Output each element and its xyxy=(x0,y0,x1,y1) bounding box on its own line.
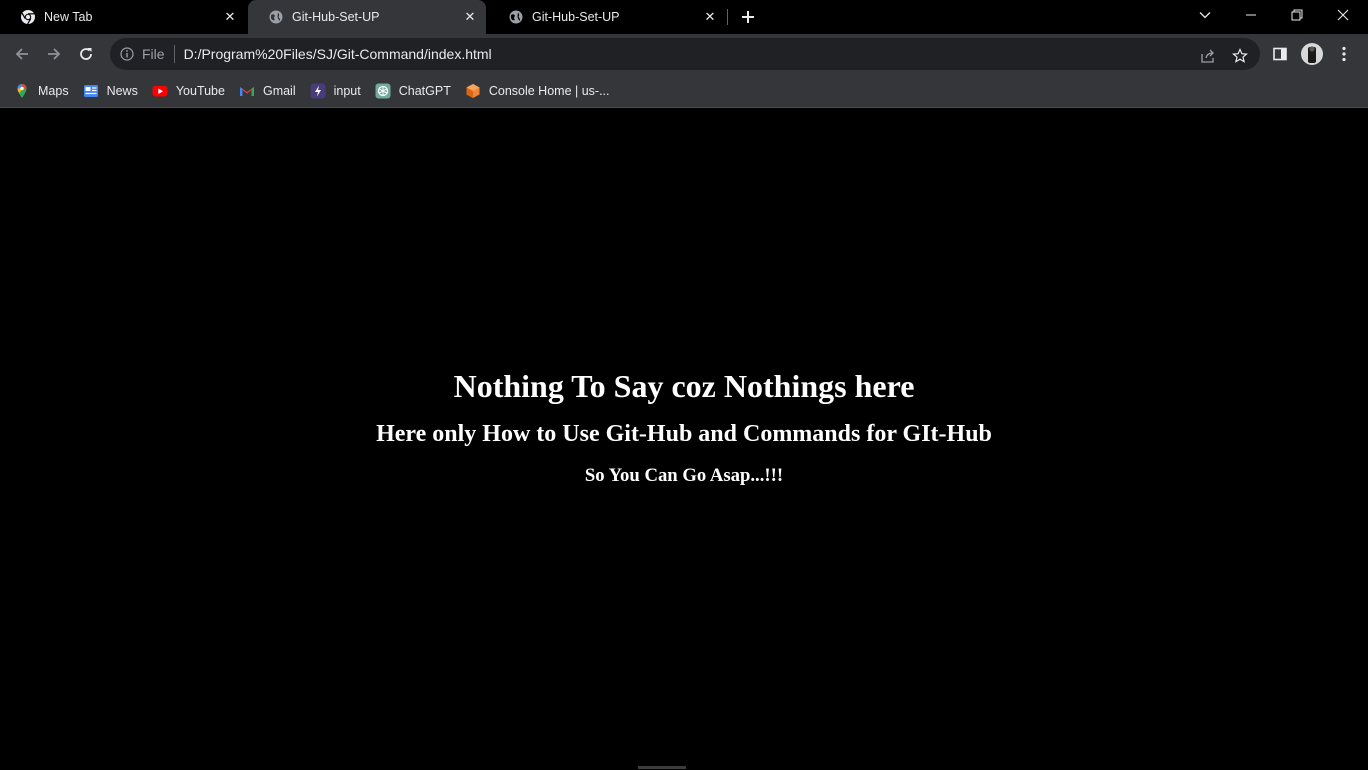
tab-search-button[interactable] xyxy=(1182,0,1228,30)
address-divider xyxy=(173,45,175,63)
address-bar[interactable]: File D:/Program%20Files/SJ/Git-Command/i… xyxy=(110,38,1260,70)
new-tab-button[interactable] xyxy=(736,5,760,29)
aws-console-icon xyxy=(465,83,481,99)
bookmark-maps[interactable]: Maps xyxy=(14,83,69,99)
url-text[interactable]: D:/Program%20Files/SJ/Git-Command/index.… xyxy=(184,46,492,62)
chatgpt-icon xyxy=(375,83,391,99)
kebab-menu-icon xyxy=(1342,46,1346,62)
page-viewport: Nothing To Say coz Nothings here Here on… xyxy=(0,108,1368,769)
bookmark-label: input xyxy=(333,83,361,98)
bookmarks-bar: Maps News YouTube Gmail input ChatGPT Co… xyxy=(0,74,1368,108)
menu-button[interactable] xyxy=(1330,40,1358,68)
bookmark-label: ChatGPT xyxy=(398,83,451,98)
restore-icon xyxy=(1291,9,1303,21)
gmail-icon xyxy=(239,83,255,99)
tab-new-tab[interactable]: New Tab ✕ xyxy=(0,0,246,34)
bookmark-news[interactable]: News xyxy=(83,83,138,99)
bookmark-star-icon[interactable] xyxy=(1230,46,1250,66)
bookmark-label: News xyxy=(106,83,138,98)
bookmark-label: Console Home | us-... xyxy=(488,83,610,98)
minimize-icon xyxy=(1246,14,1256,16)
page-note: So You Can Go Asap...!!! xyxy=(584,465,784,486)
youtube-icon xyxy=(152,83,168,99)
browser-chrome: New Tab ✕ Git-Hub-Set-UP ✕ Git-Hub-Set-U… xyxy=(0,0,1368,108)
close-icon xyxy=(1337,9,1349,21)
news-icon xyxy=(83,83,99,99)
bookmark-label: Gmail xyxy=(262,83,296,98)
info-icon[interactable] xyxy=(120,47,134,61)
chevron-down-icon xyxy=(1199,12,1211,19)
bookmark-label: Maps xyxy=(38,83,69,98)
globe-icon xyxy=(268,9,284,25)
reload-button[interactable] xyxy=(72,40,100,68)
forward-button[interactable] xyxy=(40,40,68,68)
tab-separator xyxy=(727,9,728,25)
bookmark-aws-console[interactable]: Console Home | us-... xyxy=(465,83,610,99)
close-tab-icon[interactable]: ✕ xyxy=(462,9,478,25)
arrow-left-icon xyxy=(15,48,28,60)
bookmark-youtube[interactable]: YouTube xyxy=(152,83,225,99)
profile-button[interactable] xyxy=(1298,40,1326,68)
plus-icon xyxy=(742,11,754,23)
tab-title: New Tab xyxy=(44,10,93,24)
close-window-button[interactable] xyxy=(1320,0,1366,30)
tab-strip: New Tab ✕ Git-Hub-Set-UP ✕ Git-Hub-Set-U… xyxy=(0,0,1368,34)
globe-icon xyxy=(508,9,524,25)
share-icon[interactable] xyxy=(1198,46,1218,66)
navigation-toolbar: File D:/Program%20Files/SJ/Git-Command/i… xyxy=(0,34,1368,74)
maps-icon xyxy=(14,83,30,99)
tab-git-hub-set-up-active[interactable]: Git-Hub-Set-UP ✕ xyxy=(248,0,486,34)
scheme-label: File xyxy=(142,46,165,62)
close-tab-icon[interactable]: ✕ xyxy=(222,9,238,25)
page-subheading: Here only How to Use Git-Hub and Command… xyxy=(376,421,992,447)
bookmark-chatgpt[interactable]: ChatGPT xyxy=(375,83,451,99)
scrollbar-thumb[interactable] xyxy=(638,766,686,769)
tab-title: Git-Hub-Set-UP xyxy=(532,10,620,24)
close-tab-icon[interactable]: ✕ xyxy=(702,9,718,25)
input-icon xyxy=(310,83,326,99)
tab-title: Git-Hub-Set-UP xyxy=(292,10,380,24)
bookmark-label: YouTube xyxy=(175,83,225,98)
avatar xyxy=(1301,43,1323,65)
back-button[interactable] xyxy=(8,40,36,68)
arrow-right-icon xyxy=(48,48,61,60)
tab-git-hub-set-up[interactable]: Git-Hub-Set-UP ✕ xyxy=(488,0,726,34)
chrome-icon xyxy=(20,9,36,25)
page-content: Nothing To Say coz Nothings here Here on… xyxy=(0,364,1368,488)
restore-button[interactable] xyxy=(1274,0,1320,30)
side-panel-button[interactable] xyxy=(1266,40,1294,68)
bookmark-input[interactable]: input xyxy=(310,83,361,99)
side-panel-icon xyxy=(1273,47,1287,61)
page-heading: Nothing To Say coz Nothings here xyxy=(453,368,915,404)
bookmark-gmail[interactable]: Gmail xyxy=(239,83,296,99)
reload-icon xyxy=(80,48,92,60)
minimize-button[interactable] xyxy=(1228,0,1274,30)
